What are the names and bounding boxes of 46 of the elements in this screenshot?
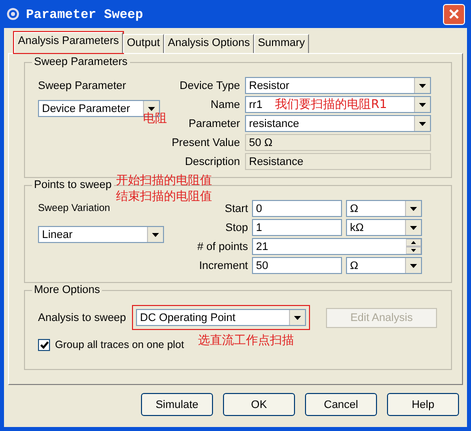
readonly-field: Resistance: [245, 153, 431, 170]
field-label: Device Type: [178, 80, 240, 92]
annotation-text: 开始扫描的电阻值: [116, 174, 212, 186]
spin-field[interactable]: 21: [252, 238, 422, 255]
sweep-variation-dropdown[interactable]: Linear: [38, 226, 164, 243]
dialog-button[interactable]: Simulate: [141, 393, 213, 416]
unit-dropdown[interactable]: Ω: [346, 200, 422, 217]
field-label: Start: [224, 202, 248, 214]
field-label: Increment: [198, 260, 248, 272]
unit-dropdown[interactable]: kΩ: [346, 219, 422, 236]
readonly-field: 50 Ω: [245, 134, 431, 151]
dialog-button[interactable]: Cancel: [305, 393, 377, 416]
input-field[interactable]: 0: [252, 200, 342, 217]
input-field[interactable]: 50: [252, 257, 342, 274]
field-label: Name: [210, 98, 240, 110]
group-title: More Options: [32, 284, 102, 296]
tab[interactable]: Analysis Parameters: [14, 32, 123, 53]
group-title: Sweep Parameters: [32, 56, 130, 68]
window-title: Parameter Sweep: [26, 6, 144, 22]
field-label: Description: [184, 156, 240, 168]
annotation-text: 结束扫描的电阻值: [116, 190, 212, 202]
dialog-button[interactable]: Help: [387, 393, 459, 416]
dropdown-field[interactable]: Resistor: [245, 77, 431, 94]
input-field[interactable]: 1: [252, 219, 342, 236]
dialog-button[interactable]: OK: [223, 393, 295, 416]
dropdown-field[interactable]: resistance: [245, 115, 431, 132]
field-label: Analysis to sweep: [38, 312, 126, 324]
field-label: Sweep Variation: [38, 203, 112, 214]
tab[interactable]: Summary: [254, 34, 309, 53]
field-label: Parameter: [188, 118, 240, 130]
analysis-dropdown[interactable]: DC Operating Point: [136, 309, 306, 326]
field-label: Sweep Parameter: [38, 80, 128, 92]
field-label: # of points: [196, 240, 248, 252]
app-icon: [6, 7, 20, 21]
spinner-icon[interactable]: [406, 239, 421, 254]
unit-dropdown[interactable]: Ω: [346, 257, 422, 274]
checkbox-label: Group all traces on one plot: [55, 339, 184, 351]
group-title: Points to sweep: [32, 179, 114, 191]
close-icon[interactable]: [443, 4, 465, 24]
field-label: Stop: [224, 222, 248, 234]
annotation-text: 我们要扫描的电阻R1: [275, 98, 387, 110]
field-label: Present Value: [170, 136, 240, 148]
tab[interactable]: Output: [122, 34, 164, 53]
annotation-text: 选直流工作点扫描: [198, 334, 294, 346]
checkbox[interactable]: [38, 339, 50, 351]
tab[interactable]: Analysis Options: [164, 34, 254, 53]
